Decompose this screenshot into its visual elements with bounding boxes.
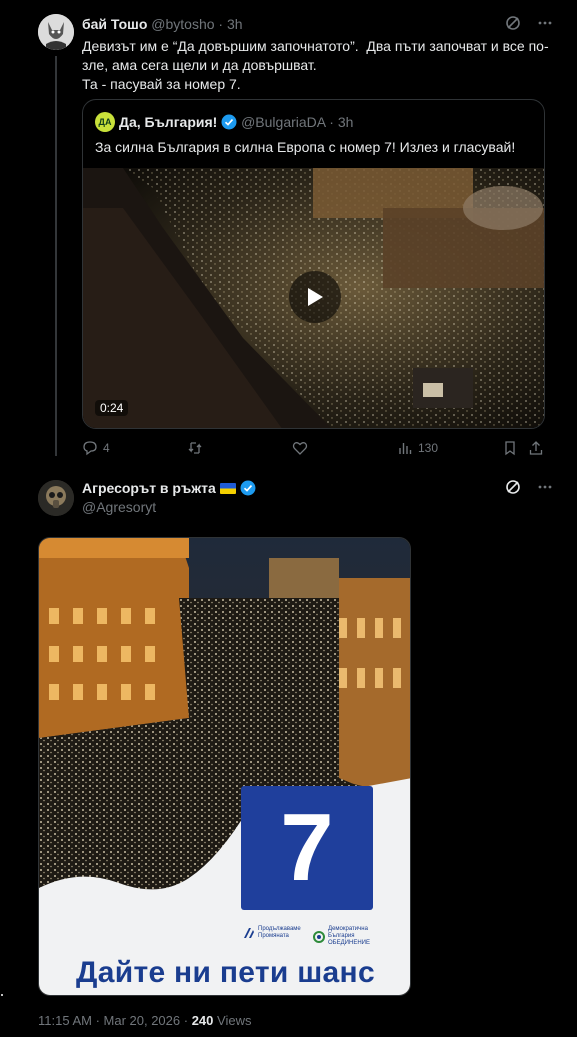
heart-icon bbox=[292, 442, 308, 455]
author-name[interactable]: Агресорът в ръжта bbox=[82, 480, 216, 496]
avatar[interactable] bbox=[38, 480, 74, 516]
video-player[interactable]: 0:24 bbox=[83, 168, 544, 428]
verified-icon bbox=[221, 114, 237, 130]
reply-line: Та - пасувай за номер 7. bbox=[82, 76, 241, 92]
views-button[interactable]: 130 bbox=[397, 440, 438, 456]
share-icon bbox=[529, 441, 543, 455]
pp-logo: Продължаваме Промяната bbox=[243, 926, 301, 940]
poster-slogan: Дайте ни пети шанс bbox=[76, 956, 375, 989]
reply-text: Девизът им е “Да довършим започнатото”. … bbox=[82, 37, 552, 94]
play-icon bbox=[308, 288, 323, 306]
pp-logo-line: Промяната bbox=[258, 933, 289, 939]
post-image[interactable]: 7 Продължаваме Промяната Демократична Бъ… bbox=[38, 537, 411, 996]
grok-icon[interactable] bbox=[504, 478, 522, 496]
post-metadata: 11:15 AM · Mar 20, 2026 · 240 Views bbox=[38, 1013, 251, 1028]
quote-text: За силна България в силна Европа с номер… bbox=[95, 139, 516, 155]
reply-icon bbox=[83, 441, 97, 456]
thread-line bbox=[55, 56, 57, 456]
more-icon[interactable] bbox=[536, 478, 554, 496]
ballot-number: 7 bbox=[280, 794, 334, 901]
db-logo: Демократична България ОБЕДИНЕНИЕ bbox=[313, 926, 370, 947]
bookmark-icon bbox=[505, 441, 515, 456]
bookmark-button[interactable] bbox=[502, 440, 518, 456]
grok-icon[interactable] bbox=[504, 14, 522, 32]
reply-line: Девизът им е “Да довършим започнатото”. … bbox=[82, 38, 549, 54]
verified-icon bbox=[240, 480, 256, 496]
reply-top-actions bbox=[504, 14, 554, 32]
views-count: 240 bbox=[191, 1013, 214, 1028]
author-name[interactable]: бай Тошо bbox=[82, 16, 147, 32]
quote-author-name[interactable]: Да, България! bbox=[119, 114, 217, 130]
quoted-tweet-card[interactable]: ДА Да, България! @BulgariaDA · 3h За сил… bbox=[82, 99, 545, 429]
ballot-number-box: 7 bbox=[241, 786, 373, 910]
main-top-actions bbox=[504, 478, 554, 496]
retweet-button[interactable] bbox=[187, 440, 208, 456]
action-bar: 4 130 bbox=[82, 440, 545, 460]
author-handle[interactable]: @Agresoryt bbox=[82, 499, 156, 515]
main-author[interactable]: Агресорът в ръжта bbox=[82, 480, 256, 496]
db-logo-line: Демократична bbox=[328, 926, 368, 932]
separator: · bbox=[218, 16, 224, 32]
pp-logo-line: Продължаваме bbox=[258, 926, 301, 932]
post-time[interactable]: 3h bbox=[227, 16, 243, 32]
author-handle[interactable]: @bytosho bbox=[151, 16, 214, 32]
analytics-icon bbox=[399, 443, 412, 454]
pp-logo-icon bbox=[244, 928, 254, 938]
avatar[interactable] bbox=[38, 14, 74, 50]
db-logo-icon bbox=[313, 930, 325, 943]
quote-author-handle[interactable]: @BulgariaDA bbox=[241, 114, 325, 130]
like-button[interactable] bbox=[292, 440, 313, 456]
db-logo-line: България bbox=[328, 933, 355, 939]
reply-button[interactable]: 4 bbox=[82, 440, 110, 456]
post-timestamp[interactable]: 11:15 AM · Mar 20, 2026 · bbox=[38, 1013, 188, 1028]
ukraine-flag-icon bbox=[219, 482, 236, 494]
more-icon[interactable] bbox=[536, 14, 554, 32]
reply-count: 4 bbox=[103, 441, 110, 455]
quote-time[interactable]: 3h bbox=[338, 114, 354, 130]
quote-author[interactable]: Да, България! @BulgariaDA · 3h bbox=[119, 114, 353, 130]
db-logo-line: ОБЕДИНЕНИЕ bbox=[328, 940, 370, 946]
reply-line: зле, ама сега щели и да довършват. bbox=[82, 57, 317, 73]
reply-author[interactable]: бай Тошо @bytosho · 3h bbox=[82, 16, 243, 32]
quote-avatar[interactable]: ДА bbox=[95, 112, 115, 132]
share-button[interactable] bbox=[528, 440, 544, 456]
stray-dot bbox=[1, 994, 3, 996]
retweet-icon bbox=[188, 442, 202, 454]
video-duration: 0:24 bbox=[95, 400, 129, 416]
views-label: Views bbox=[217, 1013, 252, 1028]
separator: · bbox=[329, 114, 334, 130]
play-button[interactable] bbox=[289, 271, 341, 323]
view-count: 130 bbox=[418, 441, 439, 455]
